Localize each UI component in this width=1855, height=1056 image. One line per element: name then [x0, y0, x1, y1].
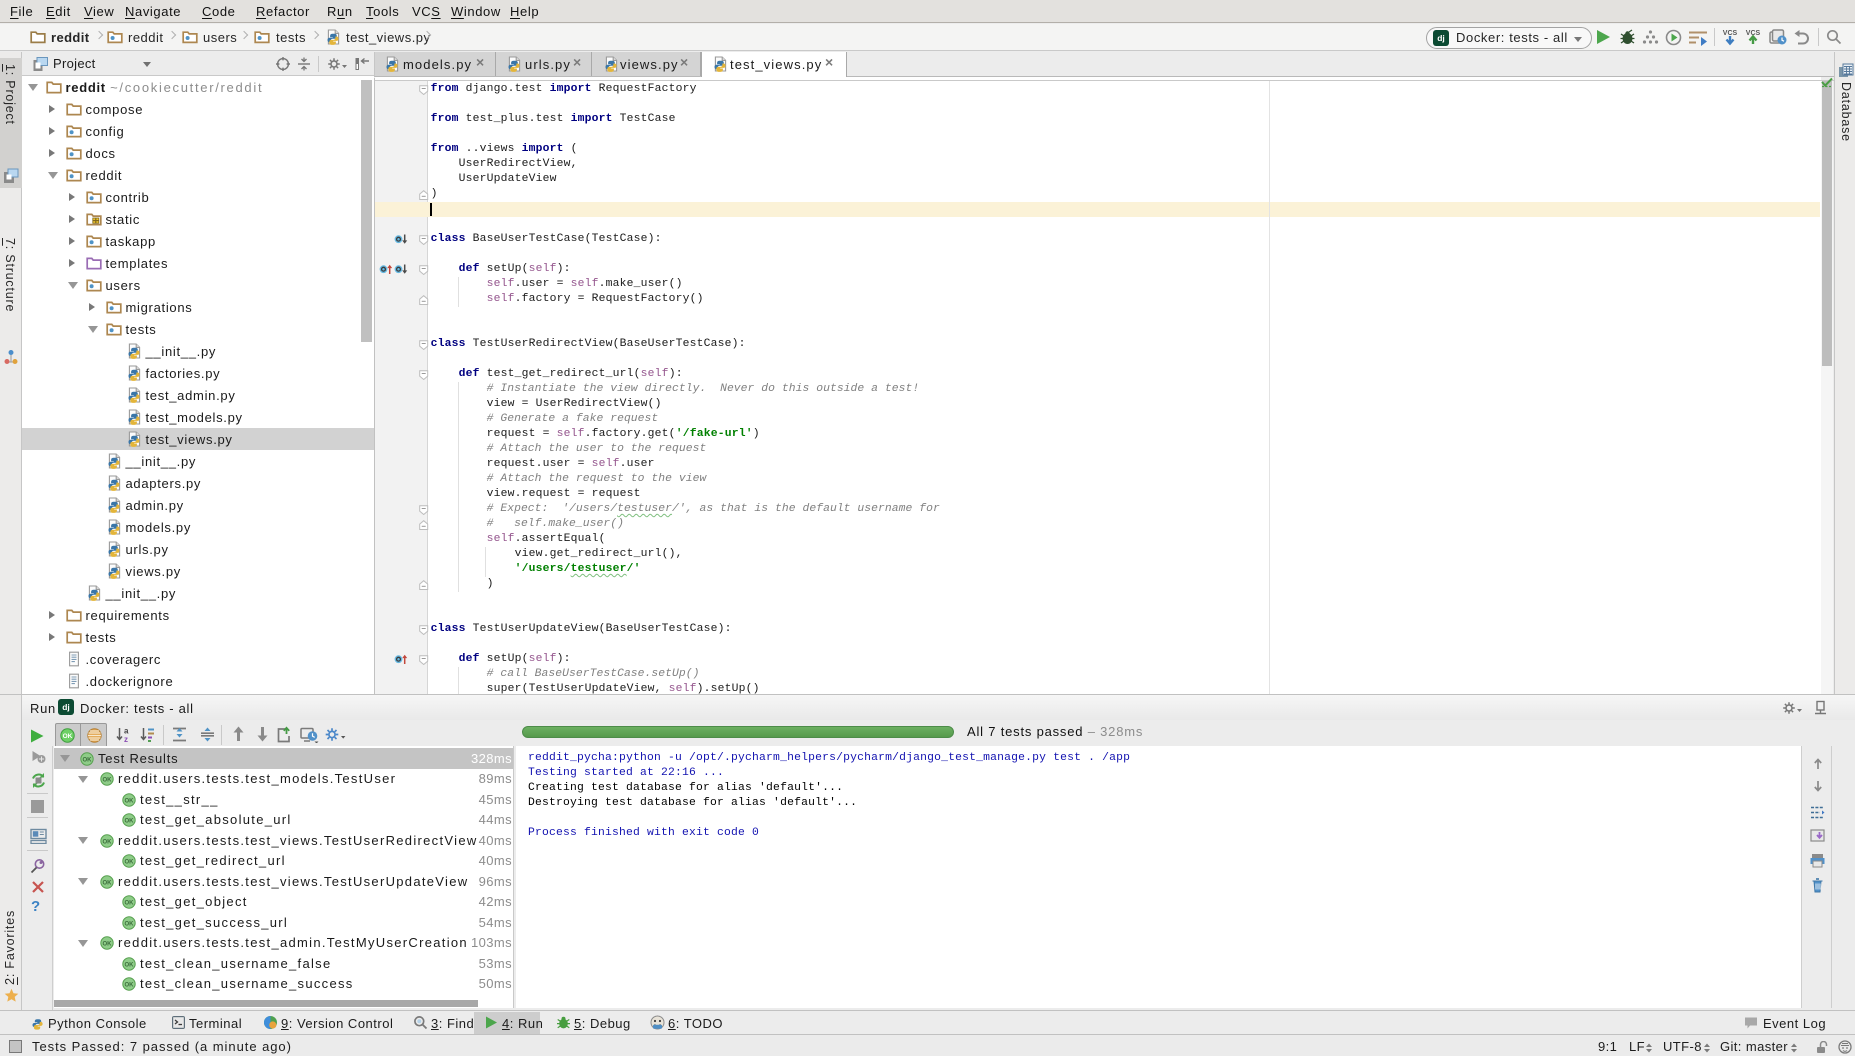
- svg-text:OK: OK: [63, 733, 73, 740]
- svg-text:z: z: [124, 735, 128, 743]
- svg-text:VCS: VCS: [1723, 30, 1738, 37]
